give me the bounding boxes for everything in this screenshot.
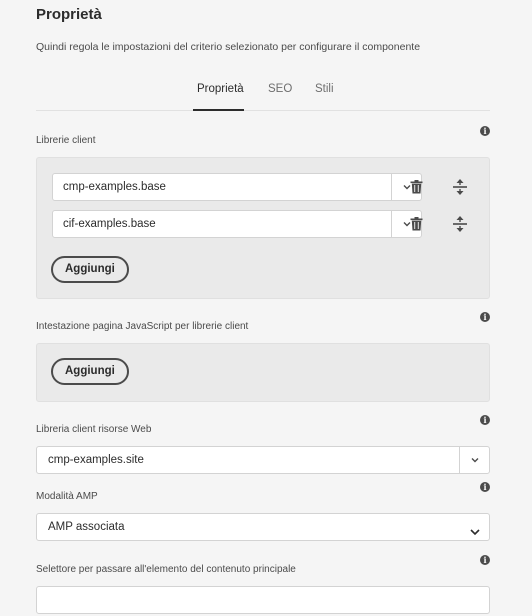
client-libraries-label: Librerie client <box>36 135 96 146</box>
client-library-combobox[interactable]: cmp-examples.base <box>52 173 422 201</box>
client-library-value: cmp-examples.base <box>63 181 166 193</box>
client-library-value: cif-examples.base <box>63 218 156 230</box>
delete-button[interactable] <box>406 177 426 197</box>
trash-icon <box>410 217 422 231</box>
tab-properties[interactable]: Proprietà <box>197 83 244 95</box>
info-icon[interactable]: i <box>480 126 490 136</box>
tab-seo[interactable]: SEO <box>268 83 292 95</box>
reorder-handle[interactable] <box>450 214 470 234</box>
js-head-libraries-label: Intestazione pagina JavaScript per libre… <box>36 321 249 332</box>
tab-styles[interactable]: Stili <box>315 83 334 95</box>
web-resources-library-label: Libreria client risorse Web <box>36 424 152 435</box>
chevron-down-icon <box>470 523 480 541</box>
web-resources-library-combobox[interactable]: cmp-examples.site <box>36 446 490 474</box>
info-icon[interactable]: i <box>480 312 490 322</box>
info-icon[interactable]: i <box>480 482 490 492</box>
client-library-combobox[interactable]: cif-examples.base <box>52 210 422 238</box>
web-resources-library-value: cmp-examples.site <box>48 454 144 466</box>
client-libraries-panel: cmp-examples.base cif-examples.base Aggi… <box>36 157 490 299</box>
page-title: Proprietà <box>36 6 102 23</box>
skip-selector-input[interactable] <box>36 586 490 614</box>
amp-mode-label: Modalità AMP <box>36 491 98 502</box>
skip-selector-label: Selettore per passare all'elemento del c… <box>36 564 296 575</box>
info-icon[interactable]: i <box>480 415 490 425</box>
move-vertical-icon <box>453 179 467 195</box>
delete-button[interactable] <box>406 214 426 234</box>
chevron-down-icon[interactable] <box>459 447 489 473</box>
add-js-head-library-button[interactable]: Aggiungi <box>51 358 129 385</box>
trash-icon <box>410 180 422 194</box>
page-subtitle: Quindi regola le impostazioni del criter… <box>36 41 421 53</box>
move-vertical-icon <box>453 216 467 232</box>
js-head-libraries-panel: Aggiungi <box>36 343 490 402</box>
add-client-library-button[interactable]: Aggiungi <box>51 256 129 283</box>
tab-list: Proprietà SEO Stili <box>36 72 490 111</box>
reorder-handle[interactable] <box>450 177 470 197</box>
amp-mode-select[interactable]: AMP associata <box>36 513 490 541</box>
active-tab-indicator <box>193 109 244 111</box>
amp-mode-value: AMP associata <box>48 521 125 533</box>
info-icon[interactable]: i <box>480 555 490 565</box>
